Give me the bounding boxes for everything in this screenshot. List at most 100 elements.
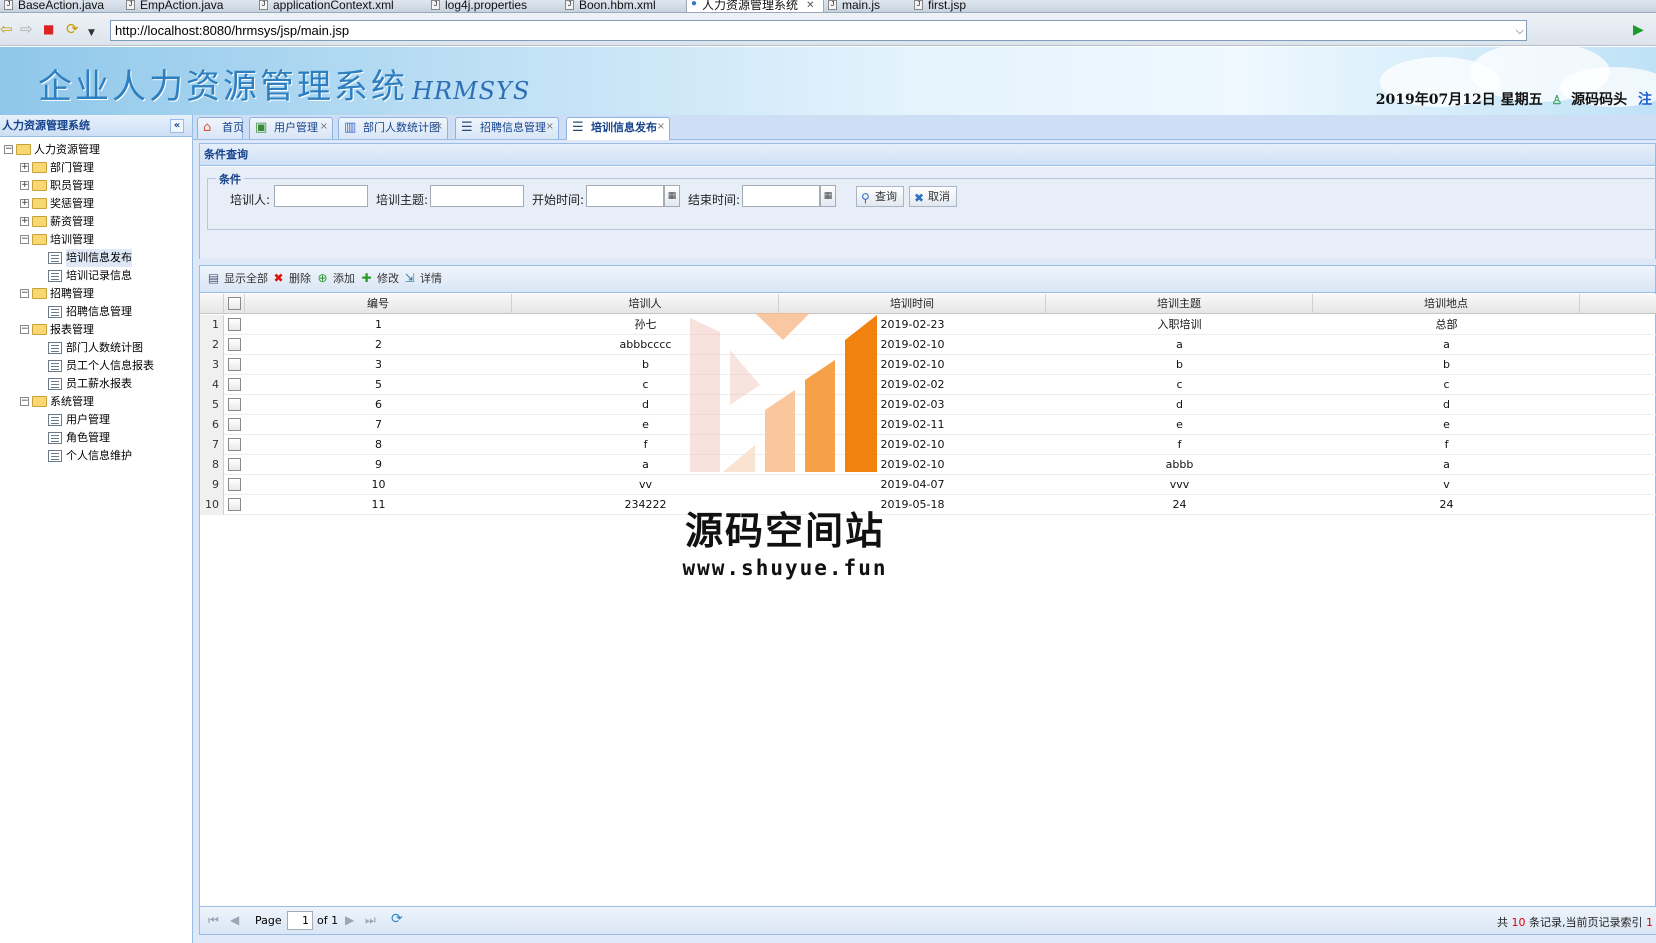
edit-button[interactable]: ✚ 修改 <box>359 271 399 287</box>
logout-link[interactable]: 注 <box>1638 92 1652 108</box>
search-button[interactable]: ⚲ 查询 <box>856 186 904 207</box>
collapse-icon[interactable]: − <box>4 145 13 154</box>
expand-icon[interactable]: + <box>20 181 29 190</box>
editor-tab[interactable]: Jlog4j.properties <box>427 0 561 12</box>
url-text: http://localhost:8080/hrmsys/jsp/main.js… <box>115 23 350 38</box>
editor-tab[interactable]: J Boon.hbm.xml <box>561 0 686 12</box>
collapse-icon[interactable]: − <box>20 397 29 406</box>
table-row[interactable]: 8 9 a 2019-02-10 abbb a <box>200 455 1656 475</box>
editor-tab[interactable]: J BaseAction.java <box>0 0 122 12</box>
close-icon[interactable]: × <box>657 117 665 137</box>
column-header[interactable]: 培训地点 <box>1313 294 1580 314</box>
tree-folder[interactable]: + 奖惩管理 <box>0 195 192 213</box>
column-header[interactable]: 培训主题 <box>1046 294 1313 314</box>
tree-leaf[interactable]: 个人信息维护 <box>0 447 192 465</box>
forward-icon[interactable]: ⇨ <box>20 21 33 37</box>
expand-icon[interactable]: + <box>20 163 29 172</box>
expand-icon[interactable]: + <box>20 217 29 226</box>
table-row[interactable]: 3 3 b 2019-02-10 b b <box>200 355 1656 375</box>
first-page-icon[interactable]: ⏮ <box>208 913 219 927</box>
select-all-checkbox[interactable] <box>228 297 241 310</box>
page-input[interactable]: 1 <box>287 911 313 930</box>
tree-leaf[interactable]: 角色管理 <box>0 429 192 447</box>
editor-tab[interactable]: JapplicationContext.xml <box>255 0 427 12</box>
table-row[interactable]: 7 8 f 2019-02-10 f f <box>200 435 1656 455</box>
row-checkbox[interactable] <box>228 438 241 451</box>
table-cell: e <box>1176 418 1183 431</box>
row-checkbox[interactable] <box>228 418 241 431</box>
close-icon[interactable]: × <box>546 117 554 137</box>
row-checkbox[interactable] <box>228 478 241 491</box>
tree-folder[interactable]: + 薪资管理 <box>0 213 192 231</box>
table-row[interactable]: 4 5 c 2019-02-02 c c <box>200 375 1656 395</box>
tree-folder[interactable]: − 系统管理 <box>0 393 192 411</box>
collapse-icon[interactable]: − <box>20 289 29 298</box>
add-button[interactable]: ⊕ 添加 <box>315 271 355 287</box>
close-icon[interactable]: × <box>435 117 443 137</box>
table-row[interactable]: 1 1 孙七 2019-02-23 入职培训 总部 <box>200 315 1656 335</box>
table-row[interactable]: 2 2 abbbcccc 2019-02-10 a a <box>200 335 1656 355</box>
row-checkbox[interactable] <box>228 318 241 331</box>
tree-leaf[interactable]: 用户管理 <box>0 411 192 429</box>
delete-button[interactable]: ✖ 删除 <box>271 271 311 287</box>
close-icon[interactable]: ✕ <box>806 0 814 11</box>
tree-folder[interactable]: − 招聘管理 <box>0 285 192 303</box>
start-time-input[interactable] <box>586 185 664 207</box>
app-tab[interactable]: ☰ 招聘信息管理 × <box>455 117 559 139</box>
expand-icon[interactable]: + <box>20 199 29 208</box>
editor-tab[interactable]: ● 人力资源管理系统 ✕ <box>686 0 824 12</box>
tree-folder[interactable]: − 人力资源管理 <box>0 141 192 159</box>
topic-input[interactable] <box>430 185 524 207</box>
url-input[interactable]: http://localhost:8080/hrmsys/jsp/main.js… <box>110 20 1527 41</box>
tree-folder[interactable]: − 报表管理 <box>0 321 192 339</box>
collapse-icon[interactable]: − <box>20 325 29 334</box>
app-tab[interactable]: ⌂ 首页 <box>197 117 244 139</box>
row-checkbox[interactable] <box>228 458 241 471</box>
collapse-sidebar-icon[interactable]: « <box>170 119 184 133</box>
row-checkbox[interactable] <box>228 358 241 371</box>
editor-tab[interactable]: Jfirst.jsp <box>910 0 1000 12</box>
row-checkbox[interactable] <box>228 378 241 391</box>
tree-leaf[interactable]: 招聘信息管理 <box>0 303 192 321</box>
end-time-label: 结束时间: <box>688 193 741 207</box>
next-page-icon[interactable]: ▶ <box>345 913 354 927</box>
tree-folder[interactable]: + 职员管理 <box>0 177 192 195</box>
editor-tab[interactable]: Jmain.js <box>824 0 910 12</box>
stop-icon[interactable]: ■ <box>43 21 54 37</box>
column-header[interactable]: 编号 <box>245 294 512 314</box>
tree-leaf[interactable]: 员工薪水报表 <box>0 375 192 393</box>
app-tab[interactable]: ☰ 培训信息发布 × <box>566 117 670 140</box>
app-tab[interactable]: ▥ 部门人数统计图 × <box>338 117 448 139</box>
chevron-down-icon[interactable]: ▼ <box>88 25 95 41</box>
show-all-button[interactable]: ▤ 显示全部 <box>206 271 268 287</box>
refresh-icon[interactable]: ⟳ <box>66 21 79 37</box>
tree-leaf[interactable]: 培训信息发布 <box>0 249 192 267</box>
url-dropdown-icon[interactable]: ⌵ <box>1516 22 1524 41</box>
app-tab[interactable]: ▣ 用户管理 × <box>249 117 333 139</box>
trainer-input[interactable] <box>274 185 368 207</box>
row-checkbox[interactable] <box>228 398 241 411</box>
tree-leaf[interactable]: 部门人数统计图 <box>0 339 192 357</box>
back-icon[interactable]: ⇦ <box>0 21 13 37</box>
detail-button[interactable]: ⇲ 详情 <box>402 271 442 287</box>
tree-folder[interactable]: + 部门管理 <box>0 159 192 177</box>
go-icon[interactable]: ▶ <box>1633 22 1644 38</box>
table-row[interactable]: 5 6 d 2019-02-03 d d <box>200 395 1656 415</box>
cancel-button[interactable]: ✖ 取消 <box>909 186 957 207</box>
collapse-icon[interactable]: − <box>20 235 29 244</box>
tree-folder[interactable]: − 培训管理 <box>0 231 192 249</box>
calendar-icon[interactable]: ▦ <box>664 185 680 207</box>
editor-tab[interactable]: J EmpAction.java <box>122 0 255 12</box>
tree-leaf[interactable]: 培训记录信息 <box>0 267 192 285</box>
prev-page-icon[interactable]: ◀ <box>230 913 239 927</box>
table-row[interactable]: 9 10 vv 2019-04-07 vvv v <box>200 475 1656 495</box>
tree-leaf[interactable]: 员工个人信息报表 <box>0 357 192 375</box>
close-icon[interactable]: × <box>320 117 328 137</box>
row-checkbox[interactable] <box>228 498 241 511</box>
end-time-input[interactable] <box>742 185 820 207</box>
last-page-icon[interactable]: ⏭ <box>365 913 376 927</box>
table-row[interactable]: 6 7 e 2019-02-11 e e <box>200 415 1656 435</box>
refresh-grid-icon[interactable]: ⟳ <box>391 912 403 926</box>
row-checkbox[interactable] <box>228 338 241 351</box>
calendar-icon[interactable]: ▦ <box>820 185 836 207</box>
